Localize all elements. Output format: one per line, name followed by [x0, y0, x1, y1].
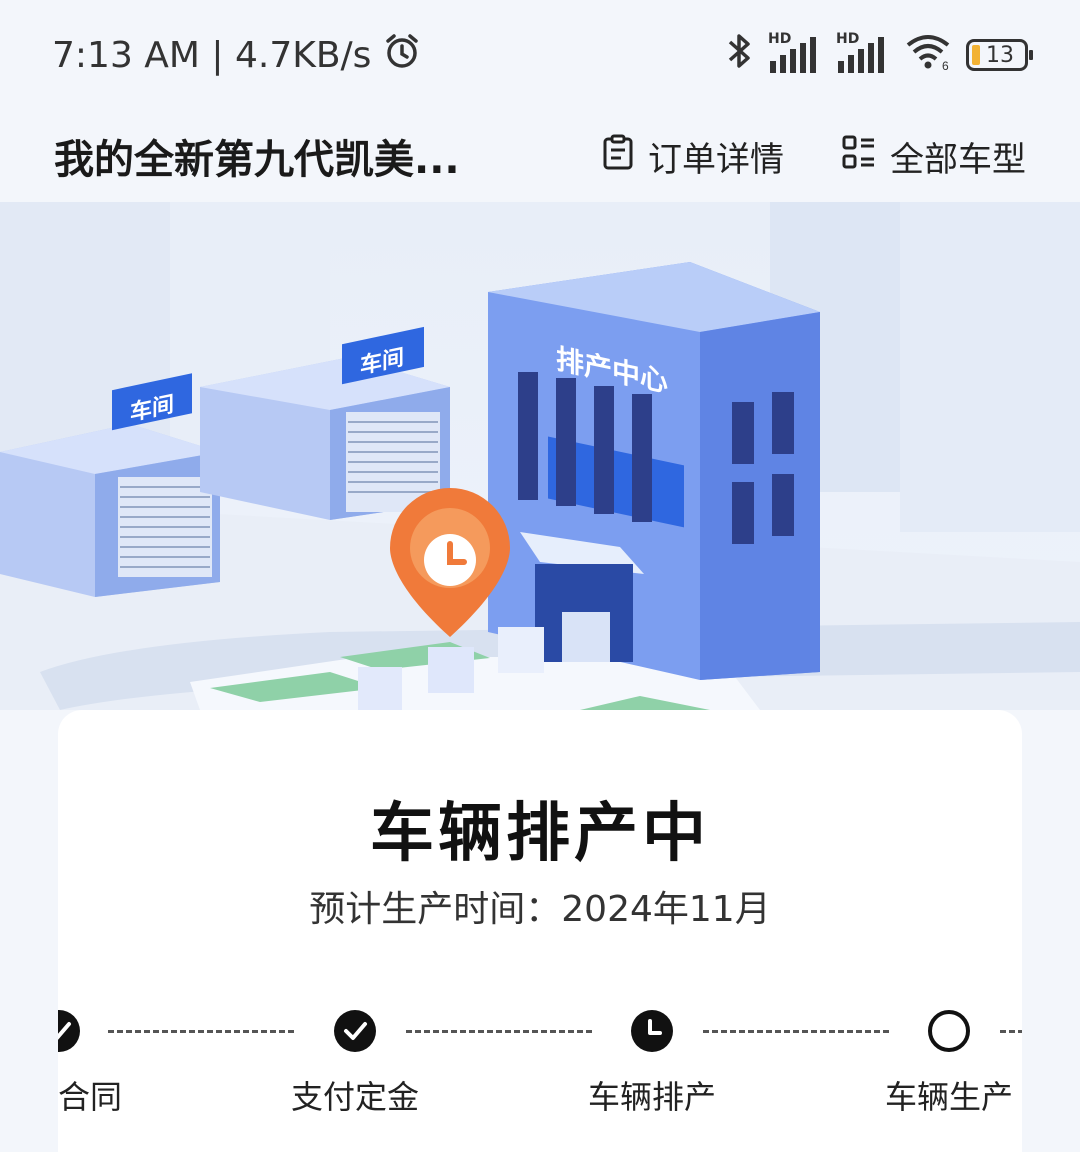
step-done-icon — [58, 1010, 80, 1052]
step-connector — [406, 1030, 592, 1033]
battery-level: 13 — [986, 42, 1014, 68]
order-detail-label: 订单详情 — [648, 139, 784, 180]
step-connector — [703, 1030, 889, 1033]
step-done-icon — [334, 1010, 376, 1052]
step-label: 合同 — [58, 1078, 122, 1116]
step-label: 车辆排产 — [587, 1078, 716, 1116]
battery-icon: 13 — [966, 39, 1033, 71]
signal-hd-icon: HD — [836, 31, 890, 75]
step-current-clock-icon — [631, 1010, 673, 1052]
page-title: 我的全新第九代凯美... — [54, 137, 460, 183]
bluetooth-icon — [726, 31, 754, 80]
progress-steps: 合同 支付定金 车辆排产 车辆生产 — [58, 1010, 1022, 1120]
step-label: 车辆生产 — [884, 1078, 1013, 1116]
signal-hd-icon: HD — [768, 31, 822, 75]
status-bar: 7:13 AM | 4.7KB/s HD HD 6 13 — [0, 0, 1080, 110]
alarm-icon — [383, 32, 421, 79]
production-illustration: 车间 车间 排产中心 — [0, 202, 1080, 710]
top-nav: 我的全新第九代凯美... 订单详情 全部车型 — [0, 110, 1080, 202]
step-connector — [108, 1030, 294, 1033]
step-label: 支付定金 — [290, 1078, 419, 1116]
wifi-6-icon: 6 — [904, 31, 952, 80]
expected-production-time: 预计生产时间：2024年11月 — [309, 889, 771, 930]
svg-text:6: 6 — [942, 59, 949, 71]
grid-list-icon — [842, 135, 876, 178]
clipboard-icon — [602, 134, 634, 179]
step-connector — [1000, 1030, 1022, 1033]
all-models-button[interactable]: 全部车型 — [842, 132, 1026, 181]
step-todo-icon — [928, 1010, 970, 1052]
status-title: 车辆排产中 — [370, 797, 710, 871]
all-models-label: 全部车型 — [890, 139, 1026, 180]
status-time-speed: 7:13 AM | 4.7KB/s — [52, 34, 372, 76]
order-status-card: 车辆排产中 预计生产时间：2024年11月 合同 支付定金 车辆排产 车辆生产 — [58, 710, 1022, 1152]
order-detail-button[interactable]: 订单详情 — [602, 132, 784, 181]
